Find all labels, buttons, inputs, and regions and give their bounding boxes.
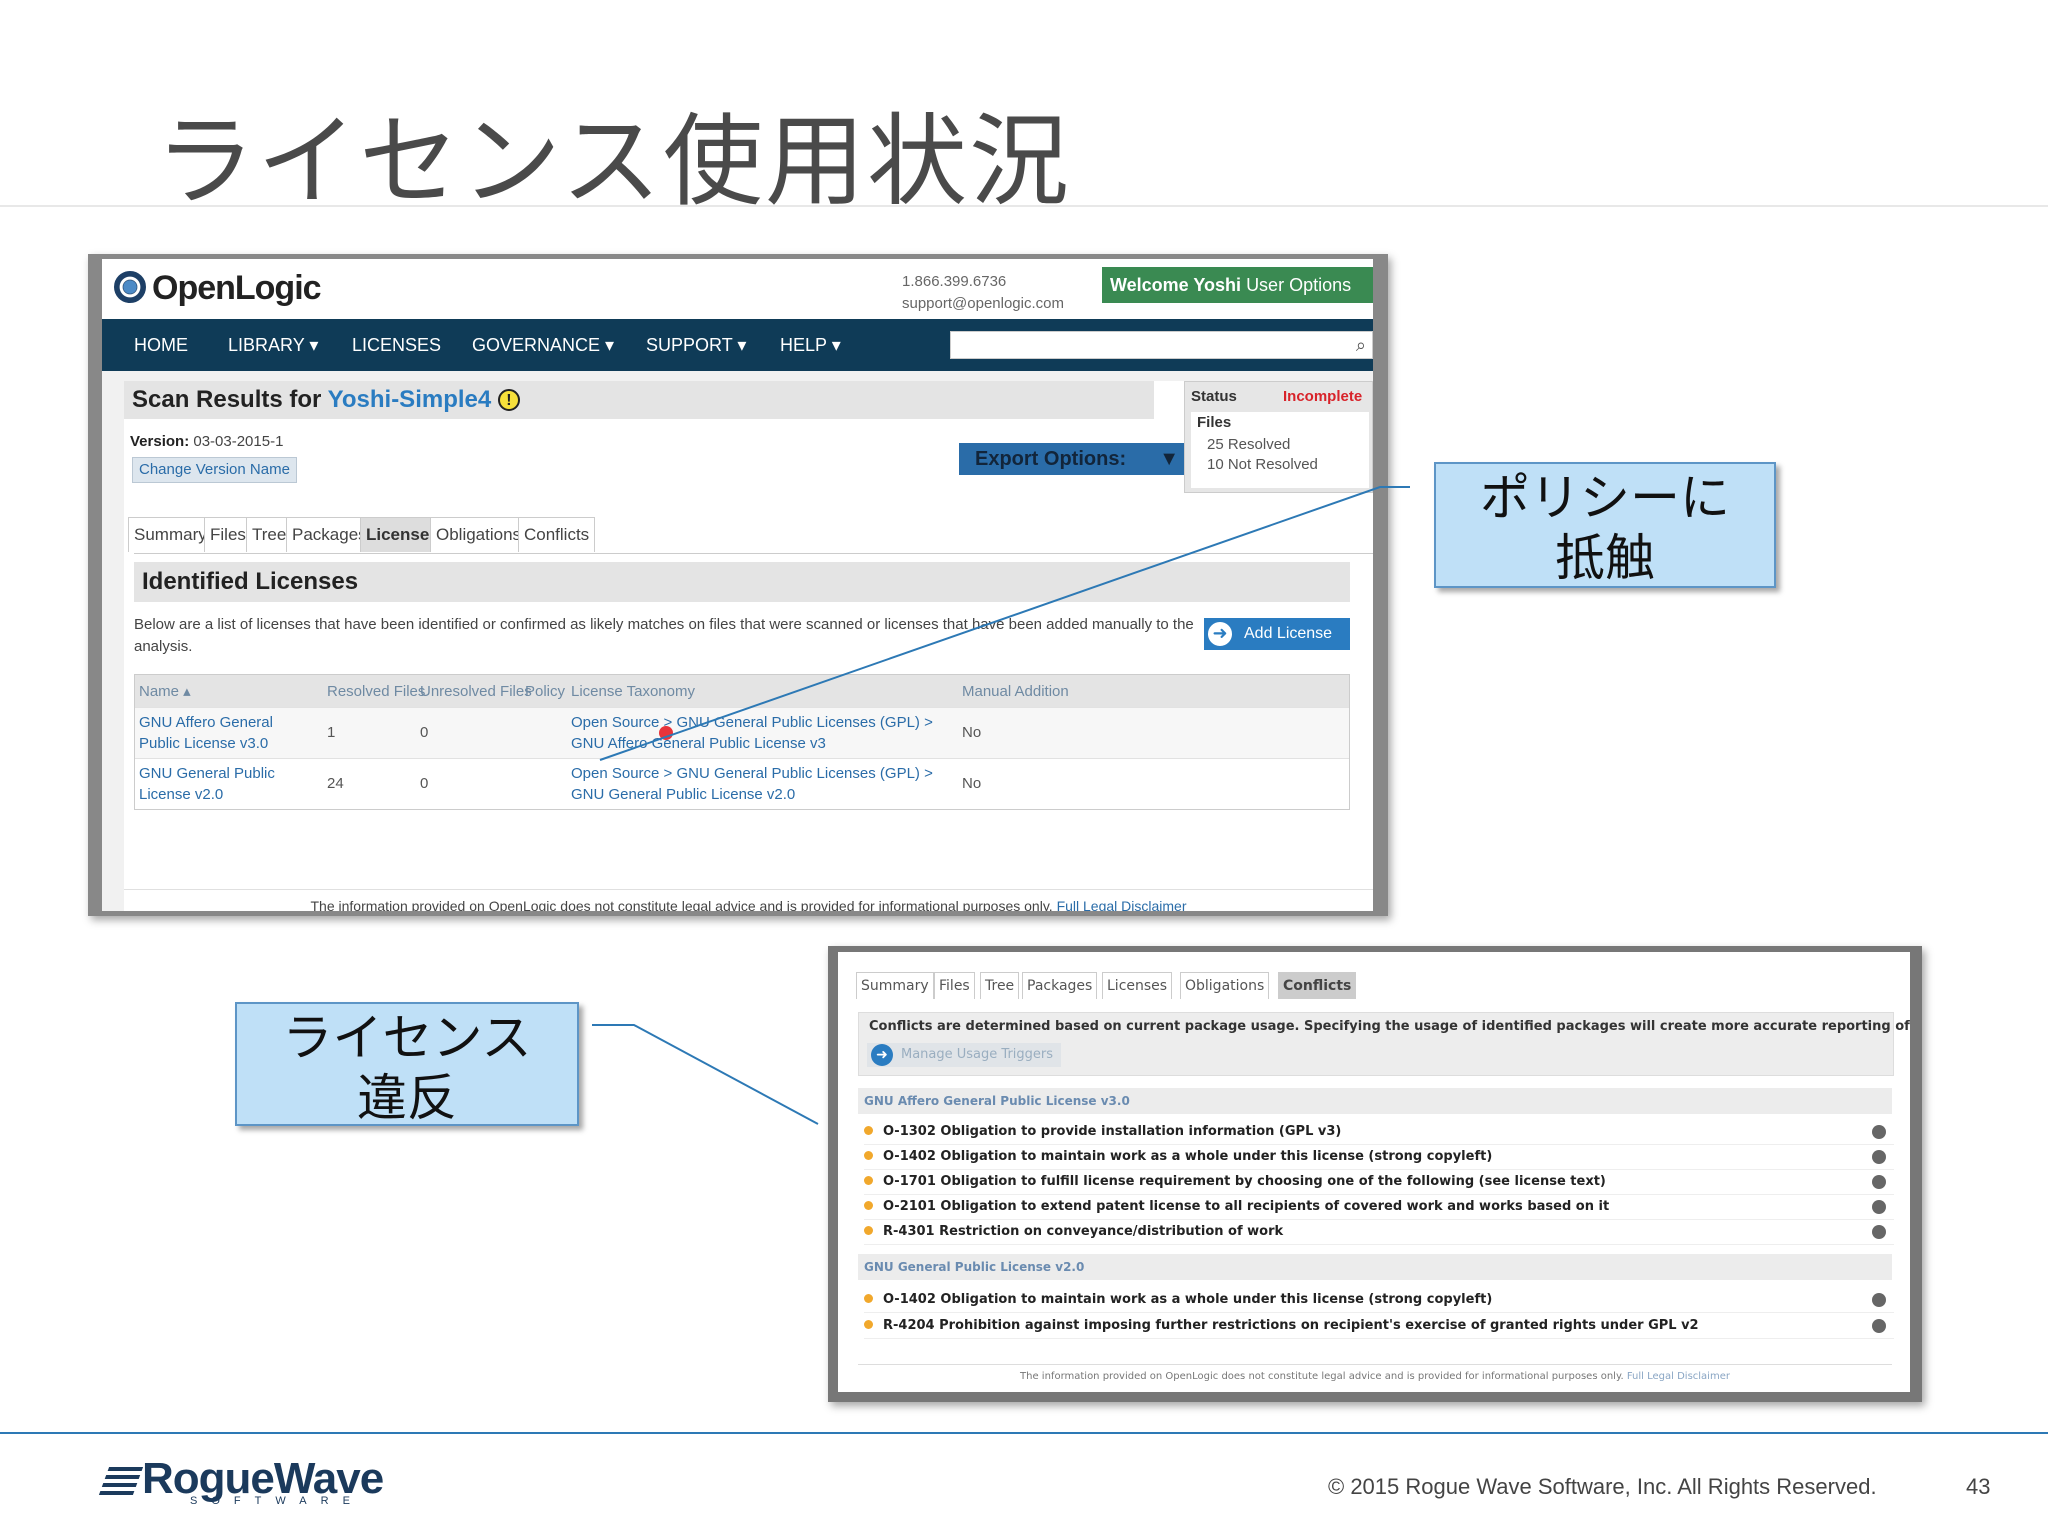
roguewave-logo-sub: SOFTWARE bbox=[190, 1495, 364, 1507]
page-number: 43 bbox=[1966, 1474, 1991, 1499]
policy-connector-line bbox=[599, 486, 1410, 761]
callout-policy-violation: ポリシーに 抵触 bbox=[1434, 462, 1776, 588]
callout-line: 違反 bbox=[357, 1069, 457, 1127]
callout-line: 抵触 bbox=[1555, 529, 1655, 587]
violation-connector-line bbox=[592, 1024, 819, 1125]
callout-line: ポリシーに bbox=[1480, 469, 1730, 527]
callout-line: ライセンス bbox=[282, 1009, 532, 1067]
copyright-notice: © 2015 Rogue Wave Software, Inc. All Rig… bbox=[1328, 1474, 1877, 1499]
roguewave-mark-icon bbox=[98, 1467, 144, 1495]
footer-divider bbox=[0, 1432, 2048, 1434]
callout-license-violation: ライセンス 違反 bbox=[235, 1002, 579, 1127]
callout-connectors bbox=[592, 486, 1410, 1125]
